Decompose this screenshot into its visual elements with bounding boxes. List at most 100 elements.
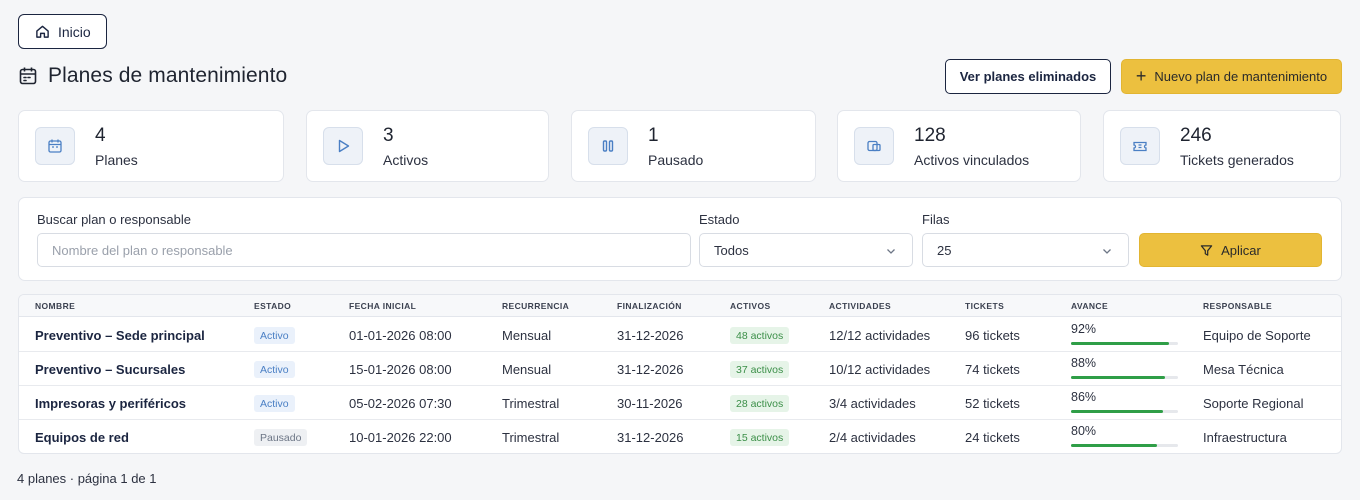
progress-bar: [1071, 444, 1178, 447]
rows-select-value: 25: [937, 242, 952, 258]
assets-badge: 37 activos: [730, 361, 790, 378]
column-header-name[interactable]: NOMBRE: [35, 301, 75, 311]
start-date: 15-01-2026 08:00: [349, 362, 452, 377]
page-header: Planes de mantenimiento: [18, 64, 287, 88]
column-header-progress[interactable]: AVANCE: [1071, 301, 1108, 311]
start-date: 10-01-2026 22:00: [349, 430, 452, 445]
progress-label: 80%: [1071, 424, 1097, 438]
column-header-assets[interactable]: ACTIVOS: [730, 301, 771, 311]
start-date: 05-02-2026 07:30: [349, 396, 452, 411]
column-header-activities[interactable]: ACTIVIDADES: [829, 301, 891, 311]
search-label: Buscar plan o responsable: [37, 212, 191, 227]
new-plan-button[interactable]: + Nuevo plan de mantenimiento: [1121, 59, 1342, 94]
assets-badge: 48 activos: [730, 327, 790, 344]
status-select[interactable]: Todos: [699, 233, 913, 267]
home-icon: [36, 25, 49, 38]
rows-filter-label: Filas: [922, 212, 950, 227]
end-date: 31-12-2026: [617, 328, 684, 343]
activities: 10/12 actividades: [829, 362, 931, 377]
owner: Soporte Regional: [1203, 396, 1304, 411]
apply-label: Aplicar: [1221, 242, 1261, 258]
home-button[interactable]: Inicio: [18, 14, 107, 49]
search-placeholder: Nombre del plan o responsable: [52, 242, 233, 258]
plan-name[interactable]: Preventivo – Sede principal: [35, 328, 205, 343]
chevron-down-icon: [1103, 249, 1111, 254]
plus-icon: +: [1135, 65, 1147, 86]
stat-card-plans: 4 Planes: [18, 110, 284, 182]
stat-label: Tickets generados: [1180, 152, 1294, 168]
progress-bar: [1071, 376, 1178, 379]
apply-filters-button[interactable]: Aplicar: [1139, 233, 1322, 267]
activities: 2/4 actividades: [829, 430, 916, 445]
recurrence: Trimestral: [502, 396, 560, 411]
table-row[interactable]: Preventivo – Sede principal Activo 01-01…: [19, 318, 1341, 352]
activities: 12/12 actividades: [829, 328, 931, 343]
stat-value: 1: [648, 125, 659, 146]
status-badge: Activo: [254, 361, 295, 378]
column-header-tickets[interactable]: TICKETS: [965, 301, 1004, 311]
stat-value: 246: [1180, 125, 1212, 146]
search-input[interactable]: Nombre del plan o responsable: [37, 233, 691, 267]
column-header-owner[interactable]: RESPONSABLE: [1203, 301, 1272, 311]
stat-value: 3: [383, 125, 394, 146]
page-title: Planes de mantenimiento: [48, 64, 288, 87]
owner: Mesa Técnica: [1203, 362, 1284, 377]
calendar-icon: [19, 67, 37, 85]
home-label: Inicio: [58, 23, 91, 40]
stat-label: Planes: [95, 152, 138, 168]
progress-bar: [1071, 342, 1178, 345]
activities: 3/4 actividades: [829, 396, 916, 411]
progress-fill: [1071, 342, 1170, 345]
table-header: NOMBRE ESTADO FECHA INICIAL RECURRENCIA …: [19, 295, 1341, 317]
filter-icon: [1200, 244, 1213, 256]
progress-fill: [1071, 376, 1166, 379]
assets-badge: 28 activos: [730, 395, 790, 412]
stat-card-tickets: 246 Tickets generados: [1103, 110, 1341, 182]
owner: Equipo de Soporte: [1203, 328, 1311, 343]
stat-value: 4: [95, 125, 106, 146]
tickets: 74 tickets: [965, 362, 1020, 377]
table-row[interactable]: Impresoras y periféricos Activo 05-02-20…: [19, 386, 1341, 420]
rows-select[interactable]: 25: [922, 233, 1129, 267]
progress-fill: [1071, 444, 1157, 447]
progress-label: 88%: [1071, 356, 1097, 370]
column-header-status[interactable]: ESTADO: [254, 301, 291, 311]
status-select-value: Todos: [714, 242, 749, 258]
pause-icon: [588, 127, 628, 165]
column-header-end-date[interactable]: FINALIZACIÓN: [617, 301, 682, 311]
progress-label: 86%: [1071, 390, 1097, 404]
tickets: 24 tickets: [965, 430, 1020, 445]
end-date: 30-11-2026: [617, 396, 683, 411]
new-plan-label: Nuevo plan de mantenimiento: [1154, 69, 1328, 84]
stat-value: 128: [914, 125, 946, 146]
stat-label: Activos vinculados: [914, 152, 1030, 168]
owner: Infraestructura: [1203, 430, 1287, 445]
pagination-info: 4 planes · página 1 de 1: [17, 471, 157, 486]
recurrence: Mensual: [502, 362, 552, 377]
plans-table: NOMBRE ESTADO FECHA INICIAL RECURRENCIA …: [18, 294, 1342, 454]
column-header-start-date[interactable]: FECHA INICIAL: [349, 301, 416, 311]
stat-card-linked-assets: 128 Activos vinculados: [837, 110, 1081, 182]
progress-bar: [1071, 410, 1178, 413]
table-row[interactable]: Equipos de red Pausado 10-01-2026 22:00 …: [19, 420, 1341, 453]
progress-fill: [1071, 410, 1164, 413]
end-date: 31-12-2026: [617, 430, 684, 445]
filter-panel: Buscar plan o responsable Nombre del pla…: [18, 197, 1342, 281]
plan-name[interactable]: Equipos de red: [35, 430, 129, 445]
calendar-icon: [35, 127, 75, 165]
plan-name[interactable]: Preventivo – Sucursales: [35, 362, 185, 377]
stat-label: Activos: [383, 152, 429, 168]
progress-label: 92%: [1071, 322, 1097, 336]
table-row[interactable]: Preventivo – Sucursales Activo 15-01-202…: [19, 352, 1341, 386]
assets-badge: 15 activos: [730, 429, 790, 446]
view-deleted-plans-button[interactable]: Ver planes eliminados: [945, 59, 1111, 94]
column-header-recurrence[interactable]: RECURRENCIA: [502, 301, 569, 311]
plan-name[interactable]: Impresoras y periféricos: [35, 396, 186, 411]
stat-card-paused: 1 Pausado: [571, 110, 816, 182]
status-badge: Pausado: [254, 429, 308, 446]
tickets: 96 tickets: [965, 328, 1020, 343]
stat-label: Pausado: [648, 152, 704, 168]
status-badge: Activo: [254, 395, 295, 412]
ticket-icon: [1120, 127, 1160, 165]
stat-card-active: 3 Activos: [306, 110, 549, 182]
